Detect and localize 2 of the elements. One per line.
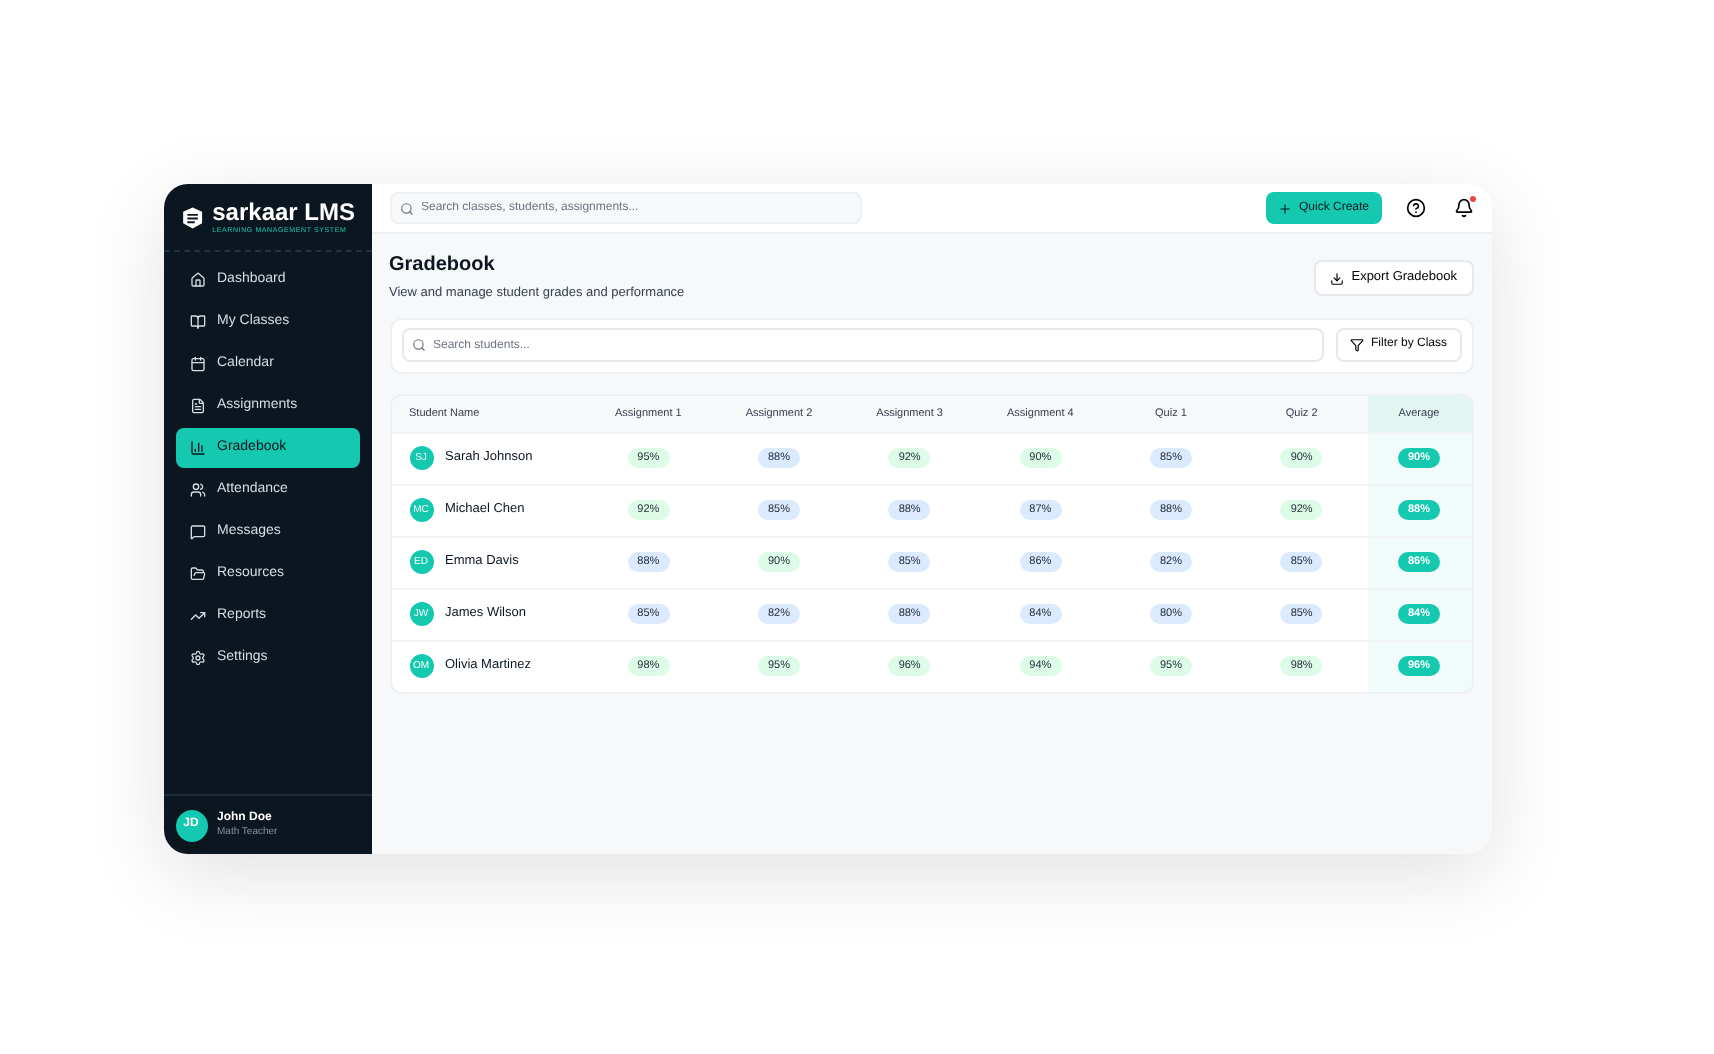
page-title: Gradebook	[389, 254, 497, 278]
brand-name: sarkaar LMS	[212, 199, 355, 225]
